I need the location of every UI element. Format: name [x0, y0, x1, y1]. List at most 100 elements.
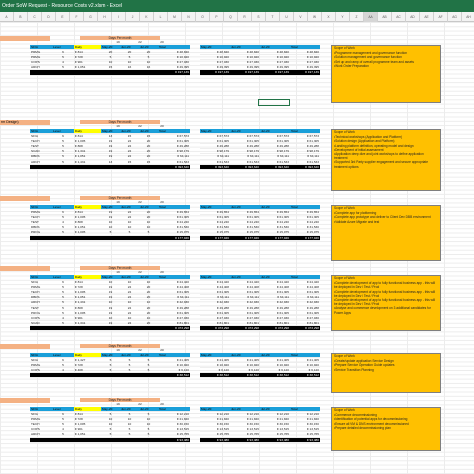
total-row[interactable]: € 197,139 [30, 69, 190, 76]
column-header-w[interactable]: W [308, 12, 322, 22]
table-cell[interactable] [101, 437, 120, 443]
scope-of-work-box[interactable]: Scope of Work •Complete app for platformi… [331, 205, 441, 261]
table-cell[interactable]: € 93,480 [290, 437, 320, 443]
table-cell[interactable]: € 38,512 [260, 372, 290, 379]
table-cell[interactable]: € 38,512 [290, 372, 320, 379]
table-cell[interactable]: € 197,139 [260, 69, 290, 76]
table-cell[interactable] [74, 164, 101, 170]
column-header-q[interactable]: Q [224, 12, 238, 22]
column-header-f[interactable]: F [70, 12, 84, 22]
column-header-ac[interactable]: AC [392, 12, 406, 22]
table-cell[interactable]: € 177,946 [260, 235, 290, 241]
scope-of-work-box[interactable]: Scope of Work •Commence decommissioning •I… [331, 407, 441, 451]
scope-of-work-box[interactable]: Scope of Work •Complete development of ap… [331, 275, 441, 331]
table-cell[interactable]: € 38,512 [230, 372, 260, 379]
column-header-aa[interactable]: AA [364, 12, 378, 22]
column-header-g[interactable]: G [84, 12, 98, 22]
column-header-n[interactable]: N [182, 12, 196, 22]
grand-total-cell[interactable]: € 38,512 [158, 372, 190, 379]
table-cell[interactable] [52, 325, 74, 332]
column-header-t[interactable]: T [266, 12, 280, 22]
grand-total-cell[interactable]: € 197,139 [158, 69, 190, 76]
table-cell[interactable] [74, 69, 101, 76]
table-cell[interactable] [74, 235, 101, 241]
column-header-x[interactable]: X [322, 12, 336, 22]
table-cell[interactable]: € 197,139 [230, 69, 260, 76]
column-header-ag[interactable]: AG [448, 12, 462, 22]
table-cell[interactable]: € 38,512 [200, 372, 230, 379]
column-header-k[interactable]: K [140, 12, 154, 22]
table-cell[interactable] [52, 372, 74, 379]
column-header-ae[interactable]: AE [420, 12, 434, 22]
table-cell[interactable]: € 93,480 [230, 437, 260, 443]
total-row[interactable]: € 38,512 € 38,512 € 38,512 € 38,512 [200, 372, 320, 379]
table-cell[interactable]: € 197,139 [200, 69, 230, 76]
column-header-e[interactable]: E [56, 12, 70, 22]
table-cell[interactable] [30, 164, 52, 170]
table-cell[interactable] [52, 235, 74, 241]
column-header-ad[interactable]: AD [406, 12, 420, 22]
column-header-o[interactable]: O [196, 12, 210, 22]
column-header-a[interactable]: A [0, 12, 14, 22]
table-cell[interactable] [120, 325, 139, 332]
active-cell-selection[interactable] [258, 99, 290, 106]
column-header-c[interactable]: C [28, 12, 42, 22]
table-cell[interactable] [139, 372, 158, 379]
table-cell[interactable] [52, 69, 74, 76]
total-row[interactable]: € 473,298 € 473,298 € 473,298 € 473,298 [200, 325, 320, 332]
table-cell[interactable] [101, 325, 120, 332]
table-cell[interactable] [120, 69, 139, 76]
total-row[interactable]: € 393,640 € 393,640 € 393,640 € 393,640 [200, 164, 320, 170]
table-cell[interactable] [74, 437, 101, 443]
table-cell[interactable]: € 473,298 [200, 325, 230, 332]
total-row[interactable]: € 177,946 [30, 235, 190, 241]
column-header-r[interactable]: R [238, 12, 252, 22]
column-header-v[interactable]: V [294, 12, 308, 22]
total-row[interactable]: € 93,480 € 93,480 € 93,480 € 93,480 [200, 437, 320, 443]
grand-total-cell[interactable]: € 93,480 [158, 437, 190, 443]
column-header-z[interactable]: Z [350, 12, 364, 22]
table-cell[interactable]: € 393,640 [230, 164, 260, 170]
column-header-h[interactable]: H [98, 12, 112, 22]
table-cell[interactable] [120, 437, 139, 443]
table-cell[interactable] [120, 372, 139, 379]
column-header-af[interactable]: AF [434, 12, 448, 22]
scope-of-work-box[interactable]: Scope of Work •Programme management and g… [331, 45, 441, 103]
table-cell[interactable]: € 473,298 [260, 325, 290, 332]
table-cell[interactable]: € 473,298 [230, 325, 260, 332]
table-cell[interactable]: € 393,640 [260, 164, 290, 170]
table-cell[interactable]: € 177,946 [290, 235, 320, 241]
column-header-l[interactable]: L [154, 12, 168, 22]
total-row[interactable]: € 93,480 [30, 437, 190, 443]
grand-total-cell[interactable]: € 177,946 [158, 235, 190, 241]
table-cell[interactable] [139, 235, 158, 241]
scope-of-work-box[interactable]: Scope of Work •Create/update application … [331, 353, 441, 393]
table-cell[interactable] [30, 235, 52, 241]
table-cell[interactable]: € 393,640 [290, 164, 320, 170]
column-header-y[interactable]: Y [336, 12, 350, 22]
table-cell[interactable] [74, 372, 101, 379]
table-cell[interactable] [74, 325, 101, 332]
table-cell[interactable] [139, 325, 158, 332]
table-cell[interactable]: € 93,480 [200, 437, 230, 443]
table-cell[interactable] [52, 437, 74, 443]
total-row[interactable]: € 197,139 € 197,139 € 197,139 € 197,139 [200, 69, 320, 76]
column-header-s[interactable]: S [252, 12, 266, 22]
column-header-ab[interactable]: AB [378, 12, 392, 22]
table-cell[interactable]: € 177,946 [230, 235, 260, 241]
table-cell[interactable]: € 473,298 [290, 325, 320, 332]
table-cell[interactable] [30, 437, 52, 443]
total-row[interactable]: € 177,946 € 177,946 € 177,946 € 177,946 [200, 235, 320, 241]
scope-of-work-box[interactable]: Scope of Work •Technical workshops (Appli… [331, 129, 441, 191]
table-cell[interactable] [139, 69, 158, 76]
table-cell[interactable] [139, 437, 158, 443]
table-cell[interactable]: € 393,640 [200, 164, 230, 170]
grand-total-cell[interactable]: € 393,640 [158, 164, 190, 170]
table-cell[interactable] [52, 164, 74, 170]
table-cell[interactable] [139, 164, 158, 170]
table-cell[interactable]: € 177,946 [200, 235, 230, 241]
table-cell[interactable] [120, 235, 139, 241]
table-cell[interactable] [30, 325, 52, 332]
column-header-j[interactable]: J [126, 12, 140, 22]
table-cell[interactable] [101, 69, 120, 76]
